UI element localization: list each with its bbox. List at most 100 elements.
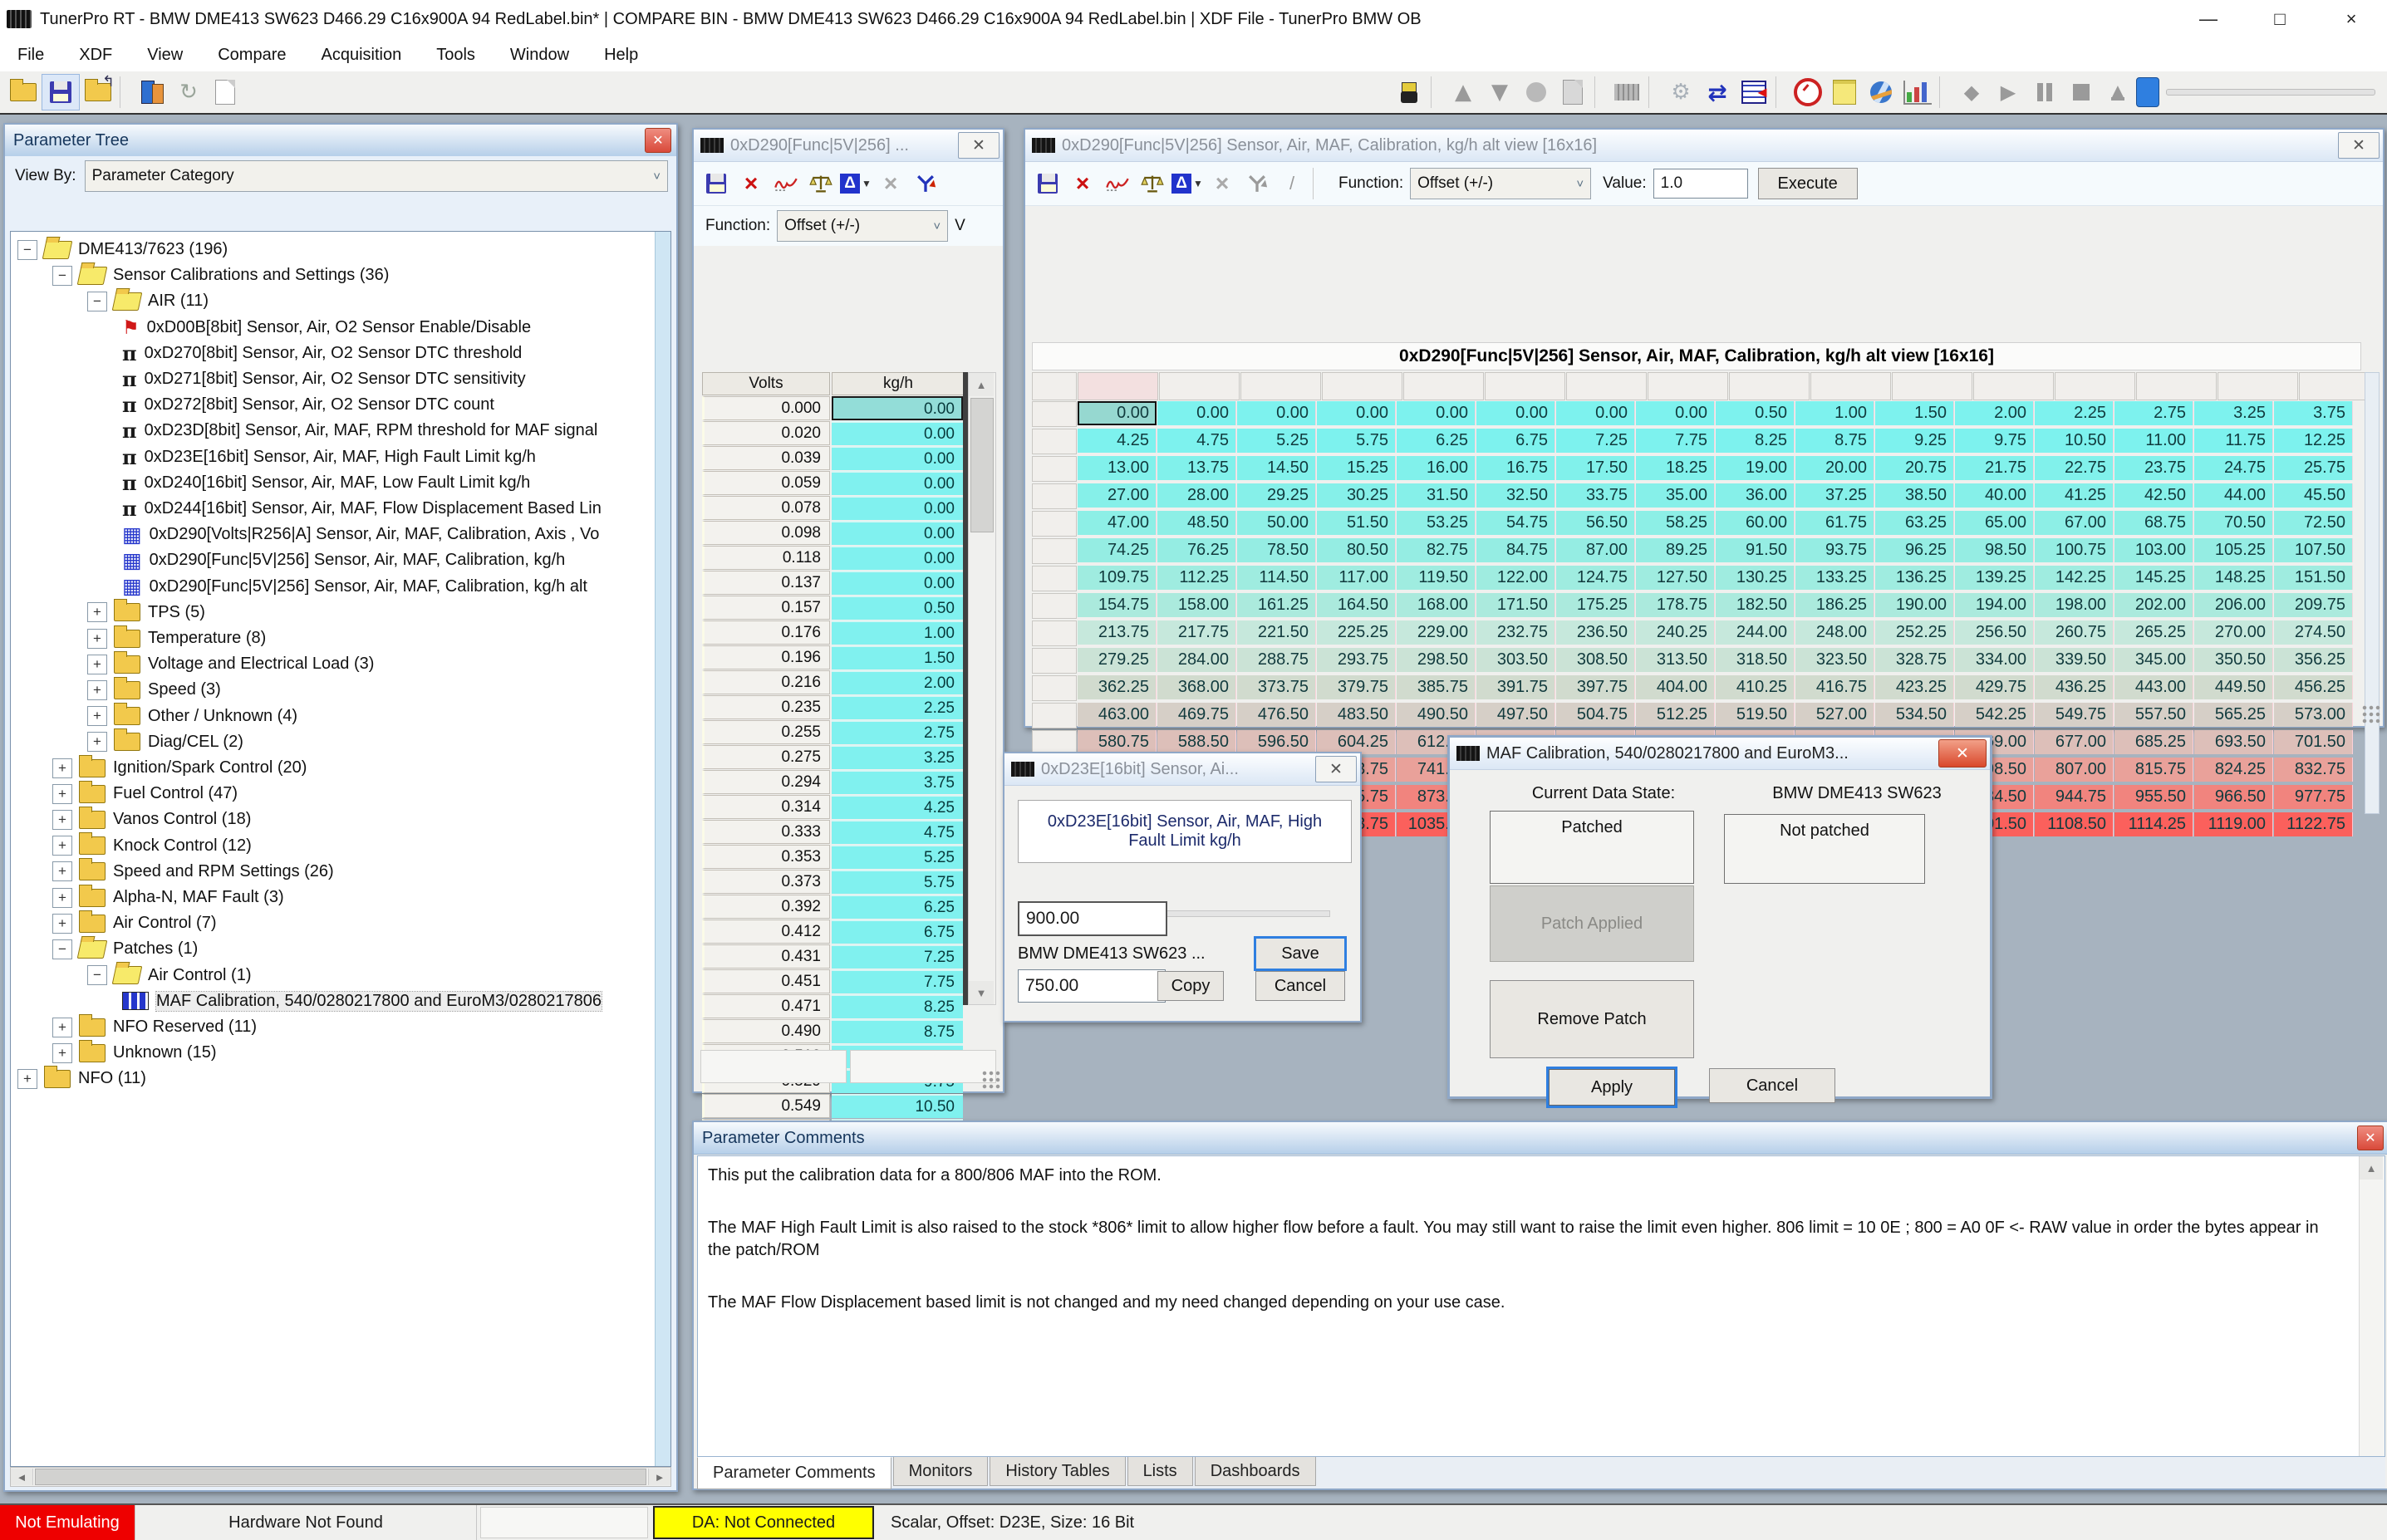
kgh-cell[interactable]: 3.25: [832, 745, 963, 769]
grid-cell[interactable]: 11.00: [2114, 429, 2193, 453]
grid-cell[interactable]: 284.00: [1157, 648, 1236, 672]
grid-cell[interactable]: 148.25: [2194, 566, 2273, 590]
resize-grip[interactable]: [2362, 705, 2380, 723]
grid-cell[interactable]: 17.50: [1556, 456, 1635, 480]
grid-cell[interactable]: 229.00: [1397, 620, 1476, 645]
expand-icon[interactable]: +: [52, 784, 72, 804]
volts-cell[interactable]: 0.412: [702, 920, 830, 944]
kgh-column-header[interactable]: kg/h: [832, 372, 965, 395]
grid-cell[interactable]: 11.75: [2194, 429, 2273, 453]
tree-item[interactable]: +TPS (5): [87, 600, 654, 625]
grid-cell[interactable]: 28.00: [1157, 483, 1236, 508]
grid-cell[interactable]: 82.75: [1397, 538, 1476, 562]
kgh-cell[interactable]: 0.00: [832, 421, 963, 445]
collapse-icon[interactable]: −: [52, 939, 72, 959]
grid-cell[interactable]: 36.00: [1716, 483, 1795, 508]
grid-column-header[interactable]: [2055, 372, 2135, 400]
grid-cell[interactable]: 68.75: [2114, 511, 2193, 535]
volts-column-header[interactable]: Volts: [702, 372, 830, 395]
grid-cell[interactable]: 54.75: [1476, 511, 1555, 535]
comments-scrollbar[interactable]: ▲: [2359, 1156, 2385, 1456]
grid-cell[interactable]: 483.50: [1317, 703, 1396, 727]
tree-item[interactable]: +Knock Control (12): [52, 833, 654, 859]
volts-cell[interactable]: 0.490: [702, 1019, 830, 1043]
copy-page-icon[interactable]: [1554, 75, 1591, 110]
grid-cell[interactable]: 20.00: [1795, 456, 1874, 480]
grid-cell[interactable]: 58.25: [1636, 511, 1715, 535]
grid-cell[interactable]: 61.75: [1795, 511, 1874, 535]
patch-cancel-button[interactable]: Cancel: [1709, 1068, 1835, 1103]
grid-cell[interactable]: 7.25: [1556, 429, 1635, 453]
grid-cell[interactable]: 29.25: [1237, 483, 1316, 508]
grid-cell[interactable]: 209.75: [2274, 593, 2353, 617]
grid-cell[interactable]: 89.25: [1636, 538, 1715, 562]
volts-cell[interactable]: 0.216: [702, 670, 830, 694]
expand-icon[interactable]: +: [52, 1043, 72, 1063]
tab-dashboards[interactable]: Dashboards: [1195, 1457, 1316, 1486]
grid-column-header[interactable]: [1322, 372, 1402, 400]
tree-item[interactable]: +Other / Unknown (4): [87, 704, 654, 729]
scalar-value-input[interactable]: 900.00: [1018, 901, 1167, 936]
expand-icon[interactable]: +: [52, 861, 72, 881]
tree-item[interactable]: +NFO (11): [17, 1066, 654, 1091]
grid-cell[interactable]: 63.25: [1875, 511, 1954, 535]
grid-cell[interactable]: 0.00: [1078, 401, 1157, 425]
swap-arrows-icon[interactable]: ⇄: [1699, 75, 1736, 110]
import-bin-icon[interactable]: ↰: [80, 75, 116, 110]
kgh-cell[interactable]: 0.50: [832, 596, 963, 620]
expand-icon[interactable]: +: [87, 680, 107, 700]
grid-cell[interactable]: 80.50: [1317, 538, 1396, 562]
scalar-compare-input[interactable]: 750.00: [1018, 969, 1166, 1003]
table-vertical-scrollbar[interactable]: [2365, 372, 2380, 814]
expand-icon[interactable]: +: [52, 914, 72, 934]
grid-cell[interactable]: 37.25: [1795, 483, 1874, 508]
grid-cell[interactable]: 573.00: [2274, 703, 2353, 727]
kgh-cell[interactable]: 0.00: [832, 546, 963, 570]
grid-row-header[interactable]: [1032, 511, 1077, 537]
grid-cell[interactable]: 429.75: [1955, 675, 2034, 699]
grid-cell[interactable]: 84.75: [1476, 538, 1555, 562]
expand-icon[interactable]: +: [52, 1018, 72, 1037]
menu-item-tools[interactable]: Tools: [419, 38, 493, 71]
volts-cell[interactable]: 0.176: [702, 620, 830, 645]
grid-cell[interactable]: 512.25: [1636, 703, 1715, 727]
grid-cell[interactable]: 164.50: [1317, 593, 1396, 617]
grid-row-header[interactable]: [1032, 675, 1077, 701]
grid-cell[interactable]: 133.25: [1795, 566, 1874, 590]
grid-cell[interactable]: 0.00: [1157, 401, 1236, 425]
apply-button[interactable]: Apply: [1548, 1068, 1676, 1106]
grid-cell[interactable]: 463.00: [1078, 703, 1157, 727]
grid-cell[interactable]: 313.50: [1636, 648, 1715, 672]
grid-cell[interactable]: 32.50: [1476, 483, 1555, 508]
grid-cell[interactable]: 20.75: [1875, 456, 1954, 480]
grid-cell[interactable]: 161.25: [1237, 593, 1316, 617]
grid-cell[interactable]: 252.25: [1875, 620, 1954, 645]
grid-row-header[interactable]: [1032, 401, 1077, 427]
kgh-cell[interactable]: 7.25: [832, 944, 963, 969]
grid-cell[interactable]: 171.50: [1476, 593, 1555, 617]
discard-icon[interactable]: ×: [1065, 166, 1100, 201]
grid-cell[interactable]: 0.00: [1636, 401, 1715, 425]
volts-cell[interactable]: 0.275: [702, 745, 830, 769]
acquisition-gears-icon[interactable]: ⚙: [1663, 75, 1699, 110]
grid-cell[interactable]: 31.50: [1397, 483, 1476, 508]
volts-cell[interactable]: 0.373: [702, 870, 830, 894]
grid-cell[interactable]: 27.00: [1078, 483, 1157, 508]
kgh-cell[interactable]: 1.00: [832, 620, 963, 645]
grid-cell[interactable]: 274.50: [2274, 620, 2353, 645]
grid-cell[interactable]: 270.00: [2194, 620, 2273, 645]
grid-cell[interactable]: 30.25: [1317, 483, 1396, 508]
expand-icon[interactable]: +: [87, 655, 107, 674]
grid-cell[interactable]: 456.25: [2274, 675, 2353, 699]
volts-cell[interactable]: 0.235: [702, 695, 830, 719]
grid-cell[interactable]: 78.50: [1237, 538, 1316, 562]
grid-cell[interactable]: 74.25: [1078, 538, 1157, 562]
grid-cell[interactable]: 105.25: [2194, 538, 2273, 562]
grid-cell[interactable]: 109.75: [1078, 566, 1157, 590]
grid-cell[interactable]: 410.25: [1716, 675, 1795, 699]
tree-item[interactable]: π0xD271[8bit] Sensor, Air, O2 Sensor DTC…: [122, 366, 654, 392]
kgh-cell[interactable]: 0.00: [832, 446, 963, 470]
volts-cell[interactable]: 0.020: [702, 421, 830, 445]
tree-item[interactable]: +Diag/CEL (2): [87, 729, 654, 755]
grid-cell[interactable]: 96.25: [1875, 538, 1954, 562]
